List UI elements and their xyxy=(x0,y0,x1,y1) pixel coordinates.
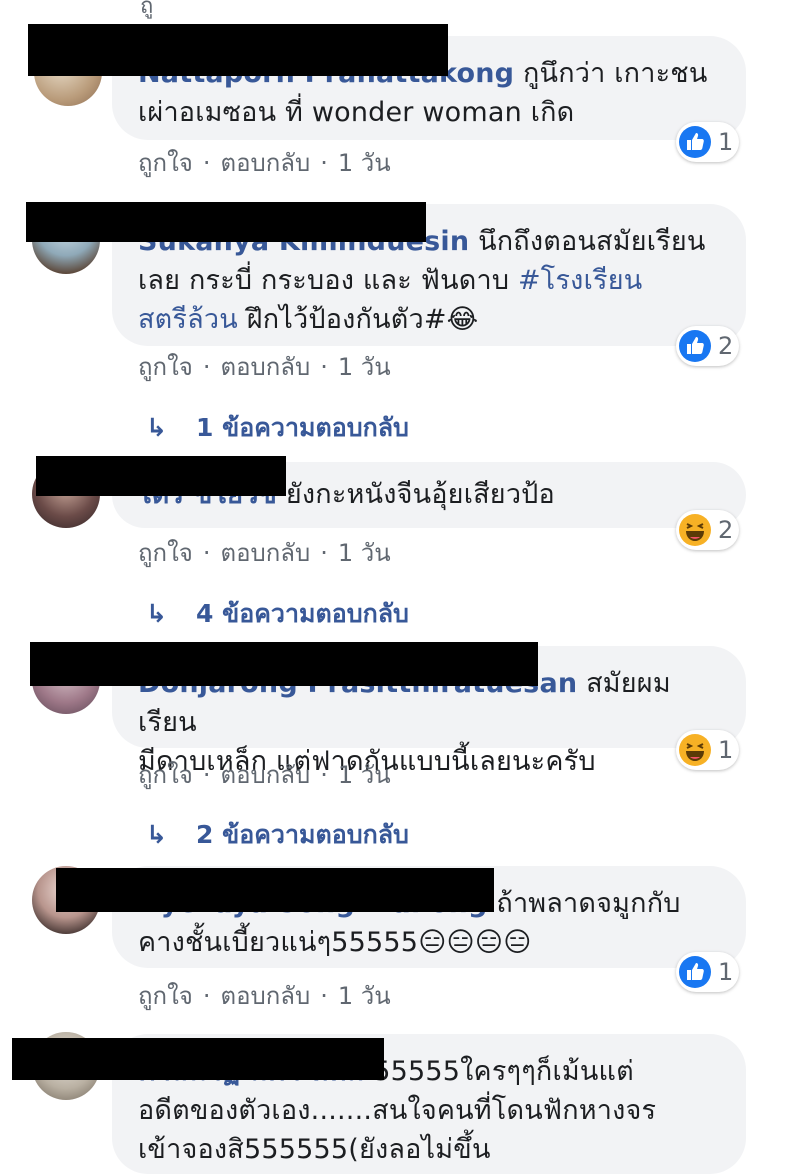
comment-actions: ถูกใจ · ตอบกลับ · 1 วัน xyxy=(138,755,391,794)
separator: · xyxy=(320,353,328,381)
like-icon xyxy=(679,330,711,362)
reaction-number: 1 xyxy=(718,736,734,764)
separator: · xyxy=(320,539,328,567)
hashtag-link[interactable]: #โรงเรียน xyxy=(518,265,642,296)
hashtag-link[interactable]: สตรีล้วน xyxy=(138,304,238,335)
like-link[interactable]: ถูกใจ xyxy=(138,539,193,567)
comment-text: อดีตของตัวเอง.......สนใจคนที่โดนฟักหางจร xyxy=(138,1095,657,1126)
timestamp[interactable]: 1 วัน xyxy=(338,761,391,789)
comment-actions: ถูกใจ · ตอบกลับ · 1 วัน xyxy=(138,347,391,386)
reply-link[interactable]: ตอบกลับ xyxy=(220,539,310,567)
separator: · xyxy=(202,982,211,1010)
laughing-emoji: 😂 xyxy=(446,304,479,335)
comment-text: กูนึกว่า เกาะชน xyxy=(523,58,708,89)
comment-text: นึกถึงตอนสมัยเรียน xyxy=(478,226,706,257)
redaction-bar xyxy=(26,202,426,242)
reply-arrow-icon: ↳ xyxy=(146,820,167,849)
reaction-count[interactable]: 1 xyxy=(676,122,740,162)
comment-actions: ถูกใจ · ตอบกลับ · 1 วัน xyxy=(138,976,391,1015)
separator: · xyxy=(202,539,211,567)
like-link[interactable]: ถูกใจ xyxy=(138,982,193,1010)
redaction-bar xyxy=(30,642,538,686)
timestamp[interactable]: 1 วัน xyxy=(338,982,391,1010)
comment-text: เผ่าอเมซอน ที่ wonder woman เกิด xyxy=(138,97,575,128)
reaction-count[interactable]: 2 xyxy=(676,326,740,366)
reaction-count[interactable]: 2 xyxy=(676,510,740,550)
reply-arrow-icon: ↳ xyxy=(146,413,167,442)
timestamp[interactable]: 1 วัน xyxy=(338,539,391,567)
like-link[interactable]: ถูกใจ xyxy=(138,149,193,177)
replies-count: 1 ข้อความตอบกลับ xyxy=(196,413,409,442)
reply-arrow-icon: ↳ xyxy=(146,599,167,628)
reaction-number: 1 xyxy=(718,958,734,986)
redaction-bar xyxy=(12,1038,384,1080)
truncated-action-text: ถู xyxy=(140,0,154,19)
view-replies-link[interactable]: ↳ 1 ข้อความตอบกลับ xyxy=(146,408,409,448)
reply-link[interactable]: ตอบกลับ xyxy=(220,149,310,177)
comment-text: ยังกะหนังจีนอุ้ยเสียวป้อ xyxy=(285,479,555,510)
reaction-count[interactable]: 1 xyxy=(676,952,740,992)
view-replies-link[interactable]: ↳ 4 ข้อความตอบกลับ xyxy=(146,594,409,634)
comment-actions: ถูกใจ · ตอบกลับ · 1 วัน xyxy=(138,143,391,182)
separator: · xyxy=(320,149,328,177)
separator: · xyxy=(202,353,211,381)
comment-text: ฝึกไว้ป้องกันตัว# xyxy=(237,304,447,335)
reply-link[interactable]: ตอบกลับ xyxy=(220,982,310,1010)
separator: · xyxy=(320,761,328,789)
reply-link[interactable]: ตอบกลับ xyxy=(220,761,310,789)
haha-icon xyxy=(679,734,711,766)
like-link[interactable]: ถูกใจ xyxy=(138,761,193,789)
redaction-bar xyxy=(56,868,494,912)
redaction-bar xyxy=(36,456,286,496)
like-icon xyxy=(679,126,711,158)
reaction-number: 2 xyxy=(718,516,734,544)
separator: · xyxy=(202,149,211,177)
like-link[interactable]: ถูกใจ xyxy=(138,353,193,381)
timestamp[interactable]: 1 วัน xyxy=(338,149,391,177)
reply-link[interactable]: ตอบกลับ xyxy=(220,353,310,381)
comment-actions: ถูกใจ · ตอบกลับ · 1 วัน xyxy=(138,533,391,572)
expressionless-emoji: 😑😑😑😑 xyxy=(418,927,532,958)
comment-text: 55555ใครๆๆก็เม้นแต่ xyxy=(373,1056,634,1087)
haha-icon xyxy=(679,514,711,546)
like-icon xyxy=(679,956,711,988)
replies-count: 4 ข้อความตอบกลับ xyxy=(196,599,409,628)
timestamp[interactable]: 1 วัน xyxy=(338,353,391,381)
replies-count: 2 ข้อความตอบกลับ xyxy=(196,820,409,849)
comment-text: ถ้าพลาดจมูกกับ xyxy=(496,888,681,919)
view-replies-link[interactable]: ↳ 2 ข้อความตอบกลับ xyxy=(146,815,409,855)
comment-text: คางชั้นเบี้ยวแน่ๆ55555 xyxy=(138,927,419,958)
redaction-bar xyxy=(28,24,448,76)
separator: · xyxy=(320,982,328,1010)
reaction-number: 1 xyxy=(718,128,734,156)
comment-text: เลย กระบี่ กระบอง และ ฟันดาบ xyxy=(138,265,518,296)
reaction-number: 2 xyxy=(718,332,734,360)
separator: · xyxy=(202,761,211,789)
reaction-count[interactable]: 1 xyxy=(676,730,740,770)
